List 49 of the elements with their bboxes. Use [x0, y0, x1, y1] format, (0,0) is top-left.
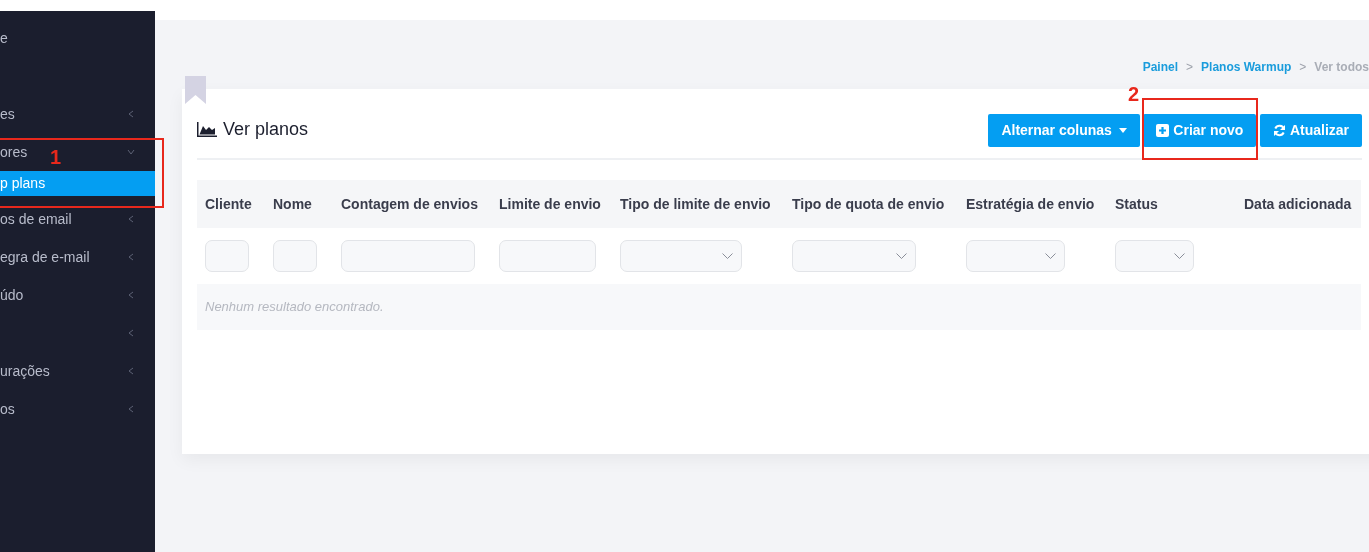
empty-message: Nenhum resultado encontrado.: [197, 284, 1361, 330]
sidebar-item[interactable]: os: [0, 398, 15, 420]
breadcrumb-current: Ver todos: [1314, 59, 1369, 76]
column-header: Contagem de envios: [333, 180, 491, 228]
chevron-down-icon: [1045, 253, 1056, 259]
filter-select[interactable]: [1115, 240, 1194, 272]
chevron-down-icon: [896, 253, 907, 259]
annotation-number: 1: [50, 147, 62, 167]
sidebar-item[interactable]: ores: [0, 141, 28, 163]
chevron-left-icon: [127, 291, 135, 299]
filter-select[interactable]: [792, 240, 916, 272]
annotation-number: 2: [1128, 84, 1140, 104]
caret-icon: [1118, 128, 1127, 133]
refresh-icon: [1272, 124, 1286, 137]
column-header: Nome: [265, 180, 333, 228]
column-header: Limite de envio: [491, 180, 612, 228]
sidebar-item[interactable]: es: [0, 103, 15, 125]
chevron-down-icon: [722, 253, 733, 259]
chevron-left-icon: [127, 215, 135, 223]
chevron-down-icon: [127, 148, 135, 156]
breadcrumb-separator: >: [1299, 59, 1307, 76]
filter-input[interactable]: [273, 240, 317, 272]
chevron-left-icon: [127, 253, 135, 261]
chevron-left-icon: [127, 405, 135, 413]
column-header: Estratégia de envio: [958, 180, 1107, 228]
chevron-left-icon: [127, 367, 135, 375]
sidebar-item[interactable]: údo: [0, 284, 24, 306]
chevron-left-icon: [127, 329, 135, 337]
filter-input[interactable]: [205, 240, 249, 272]
sidebar-item[interactable]: egra de e-mail: [0, 246, 90, 268]
breadcrumb-separator: >: [1186, 59, 1194, 76]
column-header: Cliente: [197, 180, 265, 228]
chevron-down-icon: [1174, 253, 1185, 259]
column-header: Tipo de quota de envio: [784, 180, 958, 228]
filter-select[interactable]: [620, 240, 742, 272]
sidebar-item[interactable]: urações: [0, 360, 50, 382]
area-chart-icon: [197, 122, 217, 137]
column-header: Status: [1107, 180, 1236, 228]
chevron-left-icon: [127, 110, 135, 118]
sidebar-item[interactable]: e: [0, 27, 8, 49]
filter-input[interactable]: [499, 240, 596, 272]
filter-select[interactable]: [966, 240, 1065, 272]
column-header: Data adicionada: [1236, 180, 1361, 228]
card-title: Ver planos: [223, 118, 309, 141]
sidebar-item[interactable]: os de email: [0, 208, 72, 230]
filter-input[interactable]: [341, 240, 475, 272]
column-header: Tipo de limite de envio: [612, 180, 784, 228]
plus-square-icon: [1156, 124, 1170, 137]
bookmark-icon: [185, 76, 206, 104]
